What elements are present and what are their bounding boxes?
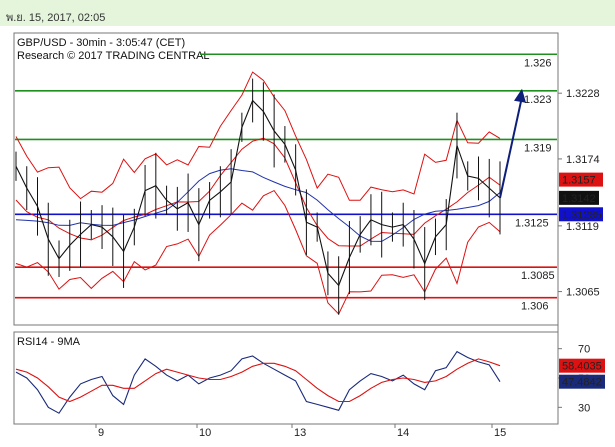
- time-tick-label: 15: [494, 427, 506, 439]
- price-tick-label: 1.3228: [566, 88, 600, 100]
- time-tick-label: 10: [199, 427, 211, 439]
- chart-source: Research © 2017 TRADING CENTRAL: [17, 50, 210, 62]
- chart-title: GBP/USD - 30min - 3:05:47 (CET): [17, 37, 185, 49]
- pivot-level-label: 1.3125: [515, 217, 549, 229]
- current-price-marker-label: 1.3142: [562, 193, 596, 205]
- resistance-level-label: 1.326: [524, 57, 552, 69]
- support-level-label: 1.3085: [521, 270, 555, 282]
- rsi-tick-label: 30: [578, 402, 590, 414]
- time-tick-label: 13: [294, 427, 306, 439]
- rsi-marker-label: 47.4842: [562, 377, 602, 389]
- price-tick-label: 1.3174: [566, 154, 600, 166]
- time-tick-label: 9: [98, 427, 104, 439]
- price-tick-label: 1.3119: [566, 221, 599, 233]
- rsi-tick-label: 70: [578, 344, 590, 356]
- chart-canvas: GBP/USD - 30min - 3:05:47 (CET) Research…: [13, 32, 605, 439]
- price-panel-frame: [13, 32, 559, 326]
- price-marker-label: 1.31285: [562, 209, 602, 221]
- resistance-level-label: 1.323: [524, 94, 552, 106]
- time-tick-label: 14: [397, 427, 409, 439]
- price-tick-label: 1.3065: [566, 287, 600, 299]
- rsi-title: RSI14 - 9MA: [17, 336, 81, 348]
- rsi-marker-label: 58.4035: [562, 361, 602, 373]
- price-marker-label: 1.3157: [562, 175, 596, 187]
- support-level-label: 1.306: [521, 301, 549, 313]
- resistance-level-label: 1.319: [524, 142, 552, 154]
